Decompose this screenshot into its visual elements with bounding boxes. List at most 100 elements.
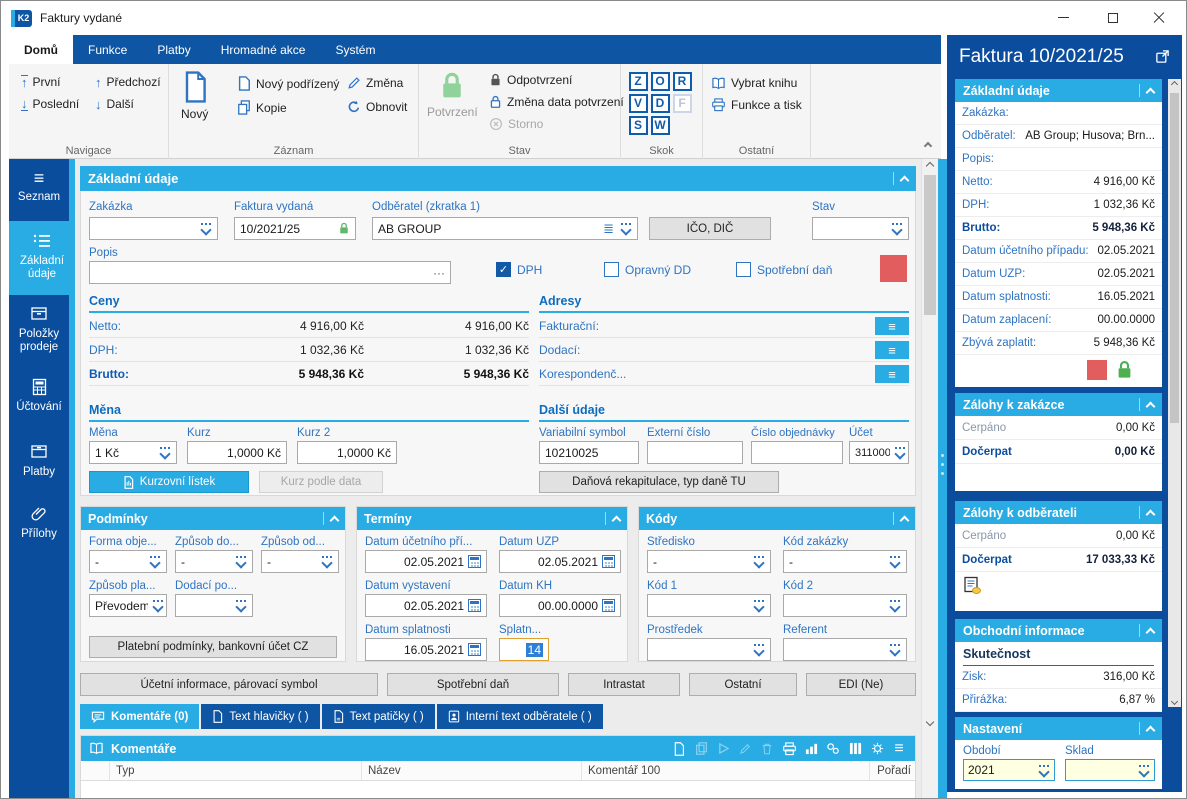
datum-kh-field[interactable]: 00.00.0000: [499, 594, 621, 617]
new-button[interactable]: Nový: [181, 71, 208, 121]
scroll-up-icon[interactable]: [1168, 80, 1181, 89]
address-menu-button[interactable]: ≡: [875, 341, 909, 359]
collapse-chevron-icon[interactable]: [1145, 725, 1156, 735]
collapse-chevron-icon[interactable]: [1145, 627, 1156, 637]
obdobi-field[interactable]: 2021: [963, 759, 1055, 781]
intrastat-button[interactable]: Intrastat: [568, 673, 680, 696]
select-book-button[interactable]: Vybrat knihu: [711, 76, 797, 90]
collapse-chevron-icon[interactable]: [1145, 87, 1156, 97]
sidebar-item-seznam[interactable]: ≡ Seznam: [9, 159, 69, 221]
column-nazev[interactable]: Název: [361, 761, 581, 780]
ucetni-informace-button[interactable]: Účetní informace, párovací symbol: [80, 673, 378, 696]
cislo-objednavky-field[interactable]: [751, 441, 843, 464]
collapse-chevron-icon[interactable]: [1145, 401, 1156, 411]
previous-button[interactable]: ↑ Předchozí: [95, 75, 161, 89]
columns-icon[interactable]: [847, 741, 863, 757]
jump-d-button[interactable]: D: [650, 93, 670, 113]
ribbon-collapse-button[interactable]: [923, 138, 933, 152]
jump-s-button[interactable]: S: [628, 115, 648, 135]
dropdown-icon[interactable]: [200, 223, 212, 234]
tab-text-hlavicky[interactable]: Text hlavičky ( ): [201, 704, 320, 729]
stack-icon[interactable]: ≣: [603, 221, 614, 237]
panel-splitter[interactable]: [938, 159, 947, 798]
tab-text-paticky[interactable]: Text patičky ( ): [321, 704, 435, 729]
sidebar-item-platby[interactable]: Platby: [9, 433, 69, 495]
storno-button[interactable]: Storno: [489, 117, 543, 131]
dropdown-icon[interactable]: [149, 556, 161, 567]
datum-uzp-field[interactable]: 02.05.2021: [499, 550, 621, 573]
sklad-field[interactable]: [1065, 759, 1155, 781]
change-confirm-date-button[interactable]: Změna data potvrzení: [489, 95, 624, 109]
copy-button[interactable]: Kopie: [237, 100, 287, 115]
column-typ[interactable]: Typ: [109, 761, 361, 780]
danova-rekapitulace-button[interactable]: Daňová rekapitulace, typ daně TU: [539, 471, 779, 493]
tab-komentare[interactable]: Komentáře (0): [80, 704, 200, 729]
tab-domu[interactable]: Domů: [9, 35, 73, 64]
first-button[interactable]: ↑ První: [21, 75, 61, 89]
side-scrollbar[interactable]: [1168, 79, 1181, 707]
scroll-up-icon[interactable]: [922, 161, 938, 171]
zakazka-field[interactable]: [89, 217, 218, 240]
externi-cislo-field[interactable]: [647, 441, 743, 464]
referent-field[interactable]: [783, 638, 907, 661]
ostatni-button[interactable]: Ostatní: [689, 673, 797, 696]
dropdown-icon[interactable]: [620, 223, 632, 234]
tab-interni-text[interactable]: Interní text odběratele ( ): [436, 704, 603, 729]
popis-field[interactable]: ···: [89, 261, 451, 284]
zpusob-platby-field[interactable]: Převodem: [89, 594, 167, 617]
spotrebni-dan-button[interactable]: Spotřební daň: [387, 673, 559, 696]
dropdown-icon[interactable]: [159, 447, 171, 458]
kod2-field[interactable]: [783, 594, 907, 617]
dropdown-icon[interactable]: [889, 556, 901, 567]
jump-w-button[interactable]: W: [650, 115, 670, 135]
datum-vystaveni-field[interactable]: 02.05.2021: [365, 594, 487, 617]
datum-splatnosti-field[interactable]: 16.05.2021: [365, 638, 487, 661]
more-icon[interactable]: ···: [433, 266, 445, 280]
dropdown-icon[interactable]: [1038, 764, 1050, 776]
change-button[interactable]: Změna: [347, 76, 403, 90]
next-button[interactable]: ↓ Další: [95, 97, 134, 111]
new-record-icon[interactable]: [671, 741, 687, 757]
jump-o-button[interactable]: O: [650, 71, 670, 91]
stav-field[interactable]: [812, 217, 909, 240]
odberatel-field[interactable]: AB GROUP ≣: [372, 217, 638, 240]
collapse-chevron-icon[interactable]: [899, 515, 910, 525]
jump-r-button[interactable]: R: [672, 71, 692, 91]
forma-objednani-field[interactable]: -: [89, 550, 167, 573]
opravny-dd-checkbox[interactable]: Opravný DD: [604, 262, 691, 277]
sidebar-item-prilohy[interactable]: Přílohy: [9, 495, 69, 557]
dph-checkbox[interactable]: ✓ DPH: [496, 262, 542, 277]
dropdown-icon[interactable]: [1138, 764, 1150, 776]
scroll-down-icon[interactable]: [922, 717, 938, 727]
dropdown-icon[interactable]: [889, 644, 901, 655]
dropdown-icon[interactable]: [235, 556, 247, 567]
minimize-button[interactable]: [1040, 1, 1086, 34]
functions-print-button[interactable]: Funkce a tisk: [711, 98, 802, 112]
dropdown-icon[interactable]: [889, 600, 901, 611]
jump-z-button[interactable]: Z: [628, 71, 648, 91]
dropdown-icon[interactable]: [753, 644, 765, 655]
tab-funkce[interactable]: Funkce: [73, 35, 142, 64]
main-scrollbar[interactable]: [921, 159, 938, 798]
collapse-chevron-icon[interactable]: [899, 175, 910, 185]
kod-zakazky-field[interactable]: -: [783, 550, 907, 573]
kurz-field[interactable]: 1,0000 Kč: [187, 441, 287, 464]
tab-hromadne-akce[interactable]: Hromadné akce: [206, 35, 321, 64]
dropdown-icon[interactable]: [753, 600, 765, 611]
last-button[interactable]: ↓ Poslední: [21, 97, 79, 111]
address-menu-button[interactable]: ≡: [875, 317, 909, 335]
scroll-thumb[interactable]: [924, 175, 936, 315]
tab-system[interactable]: Systém: [320, 35, 390, 64]
jump-v-button[interactable]: V: [628, 93, 648, 113]
collapse-chevron-icon[interactable]: [329, 515, 340, 525]
settings-gear-icon[interactable]: [869, 741, 885, 757]
ico-dic-button[interactable]: IČO, DIČ: [649, 217, 771, 240]
stredisko-field[interactable]: -: [647, 550, 771, 573]
calendar-icon[interactable]: [468, 599, 481, 612]
dropdown-icon[interactable]: [235, 600, 247, 611]
faktura-field[interactable]: 10/2021/25: [234, 217, 356, 240]
ucet-field[interactable]: 311000: [849, 441, 909, 464]
variabilni-symbol-field[interactable]: 10210025: [539, 441, 639, 464]
sidebar-item-zakladni-udaje[interactable]: Základní údaje: [9, 221, 75, 295]
kod1-field[interactable]: [647, 594, 771, 617]
